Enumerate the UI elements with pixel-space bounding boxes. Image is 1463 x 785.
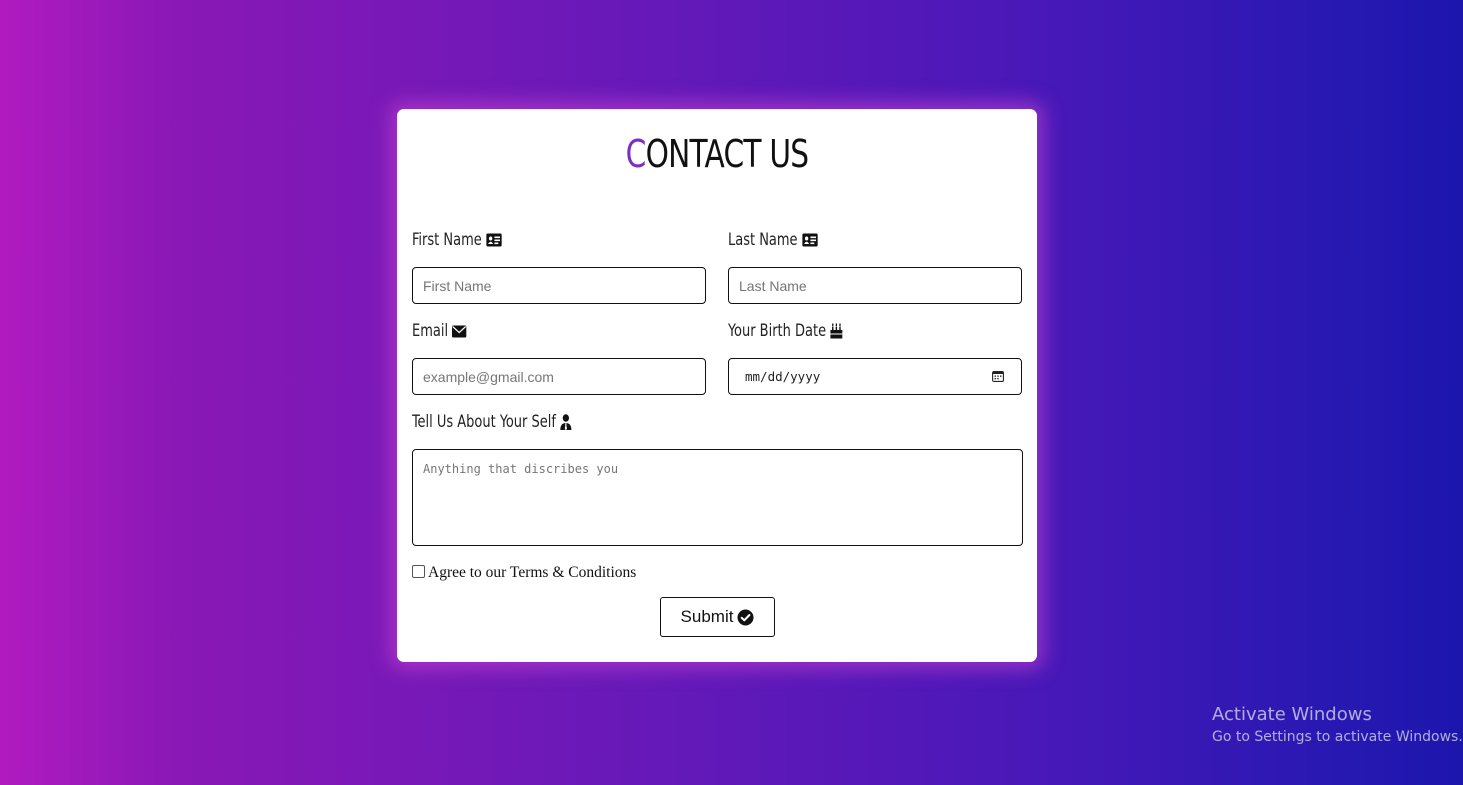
- email-input[interactable]: example@gmail.com: [412, 358, 706, 395]
- check-circle-icon: [737, 609, 754, 626]
- birth-date-label: Your Birth Date: [728, 320, 843, 342]
- terms-label: Agree to our Terms & Conditions: [428, 564, 637, 581]
- submit-button[interactable]: Submit: [660, 597, 775, 637]
- email-label: Email: [412, 320, 467, 342]
- id-card-icon: [802, 233, 818, 247]
- contact-form-card: CONTACT US First Name First Name Last Na…: [397, 109, 1037, 662]
- id-card-icon: [486, 233, 502, 247]
- birth-date-input[interactable]: mm/dd/yyyy: [728, 358, 1022, 395]
- calendar-icon[interactable]: [992, 370, 1004, 382]
- terms-row: Agree to our Terms & Conditions: [412, 564, 636, 582]
- first-name-input[interactable]: First Name: [412, 267, 706, 304]
- last-name-input[interactable]: Last Name: [728, 267, 1022, 304]
- about-label: Tell Us About Your Self: [412, 411, 572, 433]
- about-textarea[interactable]: Anything that discribes you: [412, 449, 1023, 546]
- user-tie-icon: [560, 414, 572, 430]
- birthday-cake-icon: [830, 323, 843, 339]
- windows-activation-watermark: Activate Windows Go to Settings to activ…: [1212, 704, 1463, 745]
- page-title: CONTACT US: [625, 132, 809, 176]
- terms-checkbox[interactable]: [412, 565, 425, 578]
- last-name-label: Last Name: [728, 229, 818, 251]
- first-name-label: First Name: [412, 229, 502, 251]
- envelope-icon: [452, 325, 467, 338]
